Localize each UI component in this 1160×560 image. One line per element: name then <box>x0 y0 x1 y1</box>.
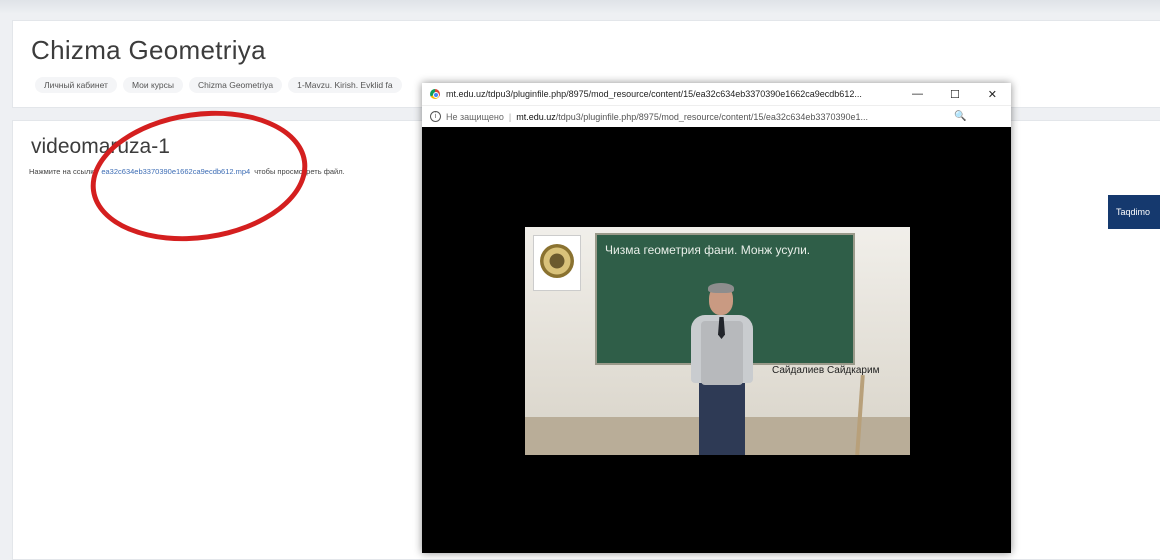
description-prefix: Нажмите на ссылку <box>29 167 98 176</box>
lecturer-figure <box>685 283 765 455</box>
address-bar[interactable]: i Не защищено | mt.edu.uz/tdpu3/pluginfi… <box>422 105 1011 127</box>
address-url[interactable]: mt.edu.uz/tdpu3/pluginfile.php/8975/mod_… <box>516 112 946 122</box>
url-path: /tdpu3/pluginfile.php/8975/mod_resource/… <box>555 111 868 122</box>
zoom-icon[interactable]: 🔍 <box>954 111 966 122</box>
breadcrumb-item-topic[interactable]: 1-Mavzu. Kirish. Evklid fa <box>288 77 402 93</box>
breadcrumb-item-my-courses[interactable]: Мои курсы <box>122 77 184 93</box>
maximize-button[interactable]: ☐ <box>936 83 973 105</box>
url-domain: mt.edu.uz <box>516 111 556 122</box>
close-button[interactable]: ✕ <box>974 83 1011 105</box>
chrome-icon <box>430 89 440 99</box>
info-icon[interactable]: i <box>430 111 441 122</box>
lecturer-hair <box>708 283 734 293</box>
address-separator: | <box>508 111 512 122</box>
breadcrumb-item-dashboard[interactable]: Личный кабинет <box>35 77 117 93</box>
popup-title: mt.edu.uz/tdpu3/pluginfile.php/8975/mod_… <box>446 89 862 99</box>
university-emblem <box>533 235 581 291</box>
minimize-button[interactable]: — <box>899 83 936 105</box>
not-secure-label: Не защищено <box>446 111 504 122</box>
lecturer-legs <box>699 383 745 455</box>
popup-titlebar[interactable]: mt.edu.uz/tdpu3/pluginfile.php/8975/mod_… <box>422 83 1011 105</box>
lecturer-name-caption: Сайдалиев Сайдкарим <box>772 365 880 376</box>
taqdimot-button[interactable]: Taqdimo <box>1108 195 1160 229</box>
top-bar <box>0 0 1160 14</box>
video-popup-window: mt.edu.uz/tdpu3/pluginfile.php/8975/mod_… <box>422 83 1011 553</box>
breadcrumb: Личный кабинет Мои курсы Chizma Geometri… <box>35 77 402 93</box>
video-player[interactable]: Чизма геометрия фани. Монж усули. Сайдал… <box>525 227 910 455</box>
emblem-ring <box>540 244 574 278</box>
breadcrumb-item-course[interactable]: Chizma Geometriya <box>189 77 283 93</box>
chalkboard-text: Чизма геометрия фани. Монж усули. <box>605 243 811 257</box>
page-title: Chizma Geometriya <box>31 35 266 65</box>
